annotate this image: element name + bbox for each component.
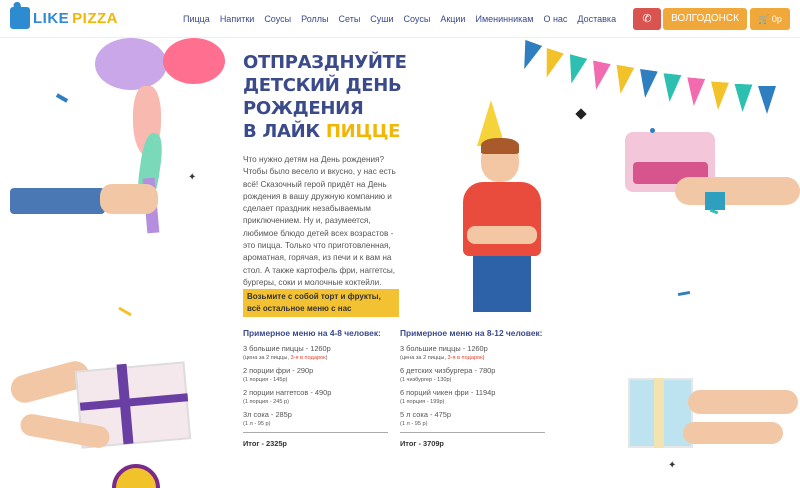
title-line: ДЕТСКИЙ ДЕНЬ [243, 75, 402, 96]
left-hand-image [10, 178, 158, 223]
nav-item-rolls[interactable]: Роллы [301, 14, 328, 24]
note-text: ) [482, 355, 485, 361]
title-line: В ЛАЙК ПИЦЦЕ [243, 120, 423, 143]
menu-note: (1 чизбургер - 130р) [400, 377, 452, 383]
callout-banner: Возьмите с собой торт и фрукты, всё оста… [243, 289, 399, 317]
title-highlight: ПИЦЦЕ [325, 121, 401, 142]
nav-item-sushi[interactable]: Суши [370, 14, 393, 24]
nav-item-pizza[interactable]: Пицца [183, 14, 210, 24]
cart-total: 0р [771, 14, 782, 24]
boy-image [455, 100, 555, 312]
note-text: ) [325, 355, 328, 361]
menu-note: (1 л - 95 р) [243, 421, 271, 427]
menu-item: 3 большие пиццы - 1260р [400, 344, 488, 353]
nav-item-sauces[interactable]: Соусы [264, 14, 291, 24]
confetti [677, 290, 691, 297]
title-part: В ЛАЙК [243, 121, 326, 142]
menu-note: (цена за 2 пиццы, 3-я в подарок) [400, 354, 545, 363]
confetti [55, 93, 69, 103]
logo-pizza-text: PIZZA [72, 9, 119, 27]
nav-item-sauces-2[interactable]: Соусы [404, 14, 431, 24]
cart-button[interactable]: 🛒 0р [750, 8, 790, 30]
menu-item: 2 порции наггетсов - 490р [243, 388, 332, 397]
gift-right-image [628, 372, 800, 462]
nav-item-about[interactable]: О нас [543, 14, 567, 24]
menu-note: (1 порция - 145р) [243, 377, 288, 383]
thumbs-up-icon [10, 7, 30, 29]
gift-note: 3-я в подарок [447, 355, 483, 361]
logo[interactable]: LIKE PIZZA [10, 7, 118, 29]
menu-total: Итог - 2325р [243, 439, 287, 448]
phone-button[interactable]: ✆ [633, 8, 661, 30]
gift-note: 3-я в подарок [290, 355, 326, 361]
menu-large-group: Примерное меню на 8-12 человек: 3 больши… [400, 328, 545, 448]
nav-item-birthday[interactable]: Именинникам [475, 14, 533, 24]
menu-note: (1 л - 95 р) [400, 421, 428, 427]
title-line: РОЖДЕНИЯ [243, 98, 364, 119]
intro-paragraph: Что нужно детям на День рождения? Чтобы … [243, 155, 396, 287]
confetti [118, 306, 132, 317]
gift-left-image [7, 358, 195, 458]
divider [243, 432, 388, 433]
menu-item: 6 порций чикен фри - 1194р [400, 388, 496, 397]
main-nav: Пицца Напитки Соусы Роллы Сеты Суши Соус… [183, 14, 626, 24]
nav-item-sets[interactable]: Сеты [338, 14, 360, 24]
menu-heading: Примерное меню на 4-8 человек: [243, 328, 381, 338]
menu-item: 3 большие пиццы - 1260р [243, 344, 331, 353]
note-text: (цена за 2 пиццы, [400, 355, 448, 361]
nav-item-delivery[interactable]: Доставка [577, 14, 616, 24]
menu-item: 5 л сока - 475р [400, 410, 451, 419]
nav-item-promotions[interactable]: Акции [440, 14, 465, 24]
page: LIKE PIZZA Пицца Напитки Соусы Роллы Сет… [0, 0, 800, 488]
note-text: (цена за 2 пиццы, [243, 355, 291, 361]
cart-icon: 🛒 [758, 14, 770, 24]
city-button[interactable]: ВОЛГОДОНСК [663, 8, 747, 30]
menu-item: 2 порции фри - 290р [243, 366, 314, 375]
sparkle-icon: ✦ [188, 172, 197, 183]
confetti [650, 128, 655, 133]
cake-image [625, 122, 800, 222]
menu-small-group: Примерное меню на 4-8 человек: 3 большие… [243, 328, 388, 448]
logo-like-text: LIKE [33, 9, 70, 27]
nav-item-drinks[interactable]: Напитки [220, 14, 255, 24]
bottom-decoration [112, 464, 160, 488]
menu-note: (1 порция - 245 р) [243, 399, 289, 405]
top-header: LIKE PIZZA Пицца Напитки Соусы Роллы Сет… [0, 0, 800, 38]
menu-note: (цена за 2 пиццы, 3-я в подарок) [243, 354, 388, 363]
page-title: ОТПРАЗДНУЙТЕ ДЕТСКИЙ ДЕНЬ РОЖДЕНИЯ В ЛАЙ… [243, 51, 423, 143]
menu-item: 6 детских чизбургера - 780р [400, 366, 496, 375]
sparkle-icon: ✦ [668, 460, 677, 471]
divider [400, 432, 545, 433]
menu-note: (1 порция - 199р) [400, 399, 445, 405]
menu-heading: Примерное меню на 8-12 человек: [400, 328, 543, 338]
title-line: ОТПРАЗДНУЙТЕ [243, 52, 407, 73]
phone-icon: ✆ [642, 13, 652, 25]
menu-item: 3л сока - 285р [243, 410, 292, 419]
menu-total: Итог - 3709р [400, 439, 444, 448]
